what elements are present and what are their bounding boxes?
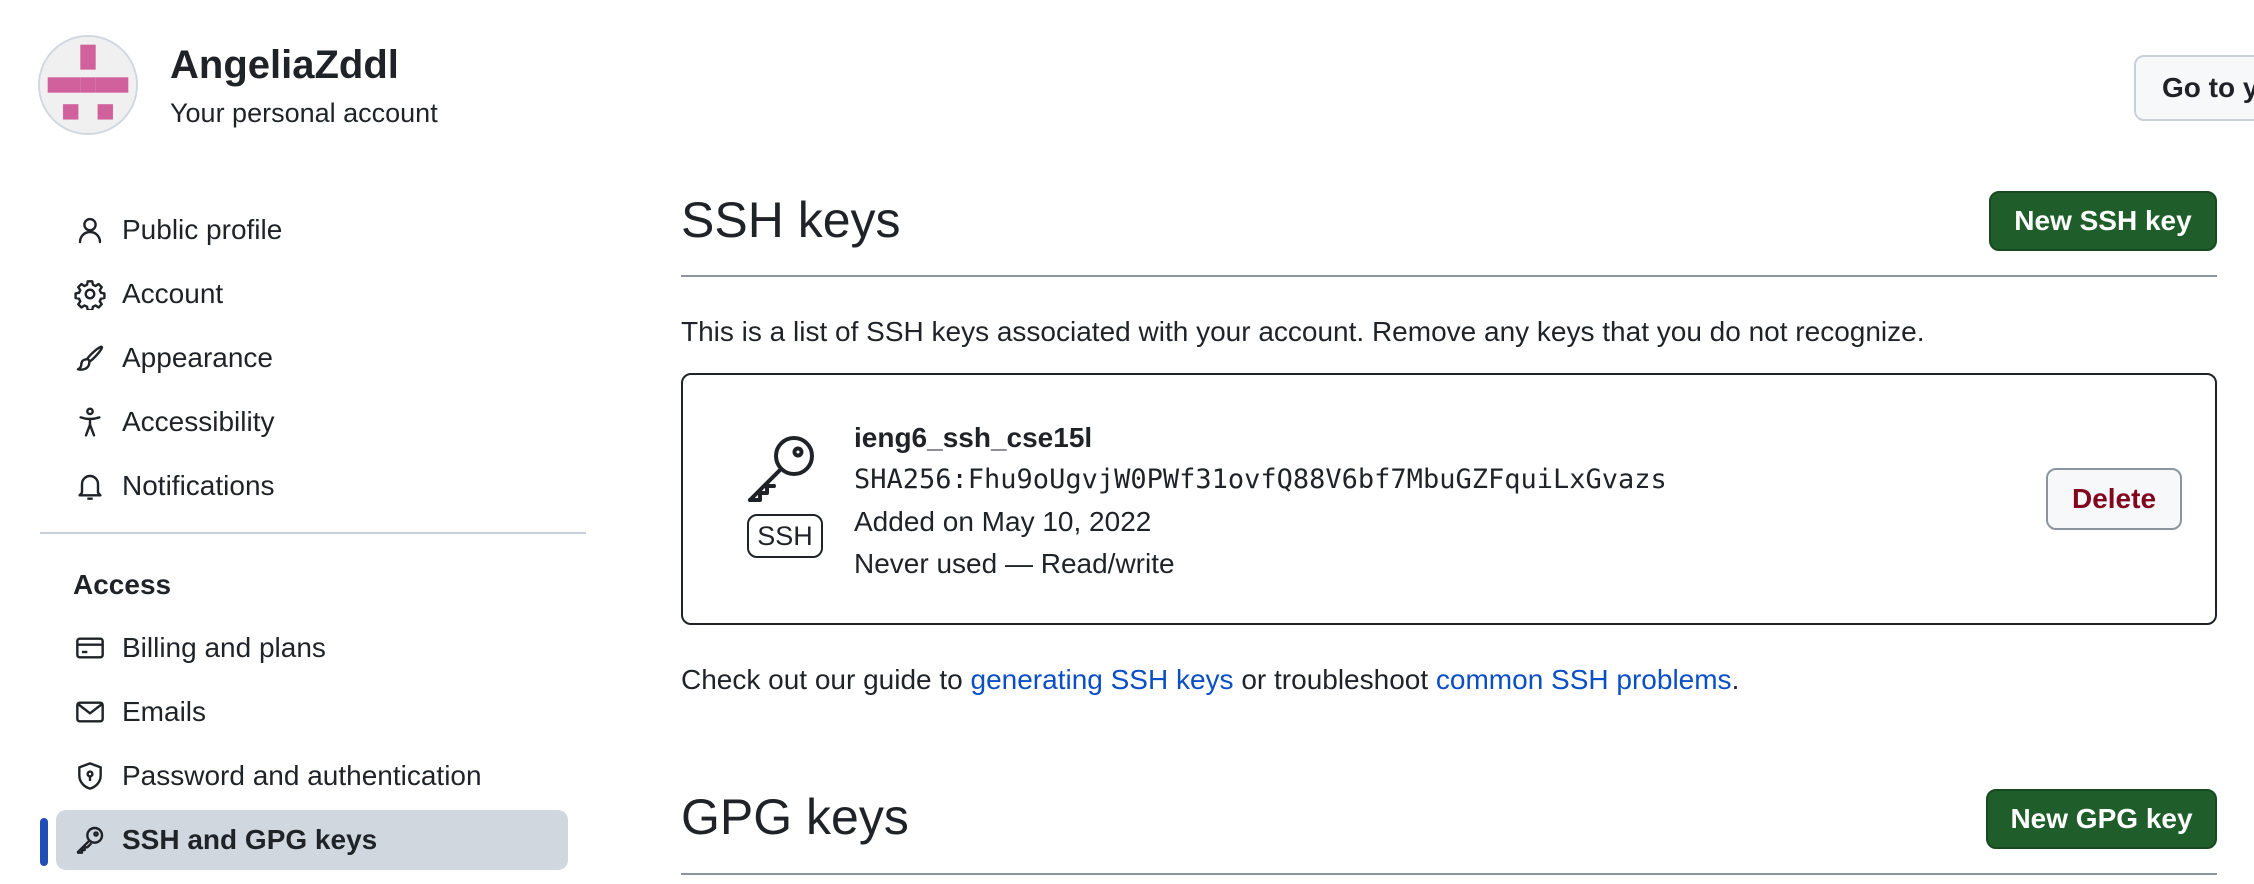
credit-card-icon bbox=[72, 630, 108, 666]
sidebar-item-emails[interactable]: Emails bbox=[56, 682, 568, 742]
generating-ssh-keys-link[interactable]: generating SSH keys bbox=[971, 664, 1234, 695]
person-icon bbox=[72, 212, 108, 248]
ssh-key-added-date: Added on May 10, 2022 bbox=[854, 506, 1152, 537]
guide-suffix: . bbox=[1731, 664, 1740, 695]
gpg-keys-title: GPG keys bbox=[681, 789, 909, 845]
ssh-key-card bbox=[681, 373, 2217, 625]
accessibility-icon bbox=[72, 404, 108, 440]
sidebar-item-accessibility[interactable]: Accessibility bbox=[56, 392, 568, 452]
sidebar-item-public-profile[interactable]: Public profile bbox=[56, 200, 568, 260]
common-ssh-problems-link[interactable]: common SSH problems bbox=[1436, 664, 1732, 695]
sidebar-item-billing[interactable]: Billing and plans bbox=[56, 618, 568, 678]
avatar[interactable] bbox=[38, 35, 138, 135]
shield-lock-icon bbox=[72, 758, 108, 794]
ssh-keys-title: SSH keys bbox=[681, 192, 901, 248]
sidebar-item-label: SSH and GPG keys bbox=[122, 824, 378, 855]
new-ssh-key-button[interactable]: New SSH key bbox=[1989, 191, 2217, 251]
sidebar-item-label: Public profile bbox=[122, 214, 283, 245]
bell-icon bbox=[72, 468, 108, 504]
sidebar-heading-access: Access bbox=[73, 569, 172, 600]
identicon-icon bbox=[40, 37, 136, 133]
guide-middle: or troubleshoot bbox=[1233, 664, 1436, 695]
new-gpg-key-button[interactable]: New GPG key bbox=[1986, 789, 2217, 849]
go-to-profile-button[interactable]: Go to y bbox=[2134, 55, 2254, 121]
ssh-key-usage: Never used — Read/write bbox=[854, 548, 1175, 579]
sidebar-item-password-authentication[interactable]: Password and authentication bbox=[56, 746, 568, 806]
guide-prefix: Check out our guide to bbox=[681, 664, 971, 695]
section-divider bbox=[681, 873, 2217, 875]
active-indicator bbox=[40, 818, 48, 866]
sidebar-item-label: Appearance bbox=[122, 342, 274, 373]
sidebar-item-label: Password and authentication bbox=[122, 760, 482, 791]
sidebar-item-ssh-gpg-keys[interactable]: SSH and GPG keys bbox=[56, 810, 568, 870]
sidebar-divider bbox=[40, 532, 586, 534]
sidebar-item-label: Account bbox=[122, 278, 224, 309]
account-subtitle: Your personal account bbox=[170, 98, 438, 128]
sidebar-item-appearance[interactable]: Appearance bbox=[56, 328, 568, 388]
ssh-badge: SSH bbox=[747, 514, 823, 558]
ssh-key-fingerprint: SHA256:Fhu9oUgvjW0PWf31ovfQ88V6bf7MbuGZF… bbox=[854, 464, 1667, 495]
paintbrush-icon bbox=[72, 340, 108, 376]
sidebar-item-account[interactable]: Account bbox=[56, 264, 568, 324]
sidebar-item-notifications[interactable]: Notifications bbox=[56, 456, 568, 516]
key-icon bbox=[72, 822, 108, 858]
section-divider bbox=[681, 275, 2217, 277]
sidebar-item-label: Emails bbox=[122, 696, 207, 727]
ssh-guide-text: Check out our guide to generating SSH ke… bbox=[681, 662, 1739, 698]
mail-icon bbox=[72, 694, 108, 730]
account-name[interactable]: AngeliaZddl bbox=[170, 40, 399, 90]
sidebar-item-label: Notifications bbox=[122, 470, 275, 501]
ssh-keys-description: This is a list of SSH keys associated wi… bbox=[681, 316, 1925, 347]
key-icon bbox=[742, 432, 820, 504]
sidebar-item-label: Accessibility bbox=[122, 406, 275, 437]
sidebar-item-label: Billing and plans bbox=[122, 632, 326, 663]
delete-ssh-key-button[interactable]: Delete bbox=[2046, 468, 2182, 530]
ssh-key-name: ieng6_ssh_cse15l bbox=[854, 422, 1093, 453]
gear-icon bbox=[72, 276, 108, 312]
